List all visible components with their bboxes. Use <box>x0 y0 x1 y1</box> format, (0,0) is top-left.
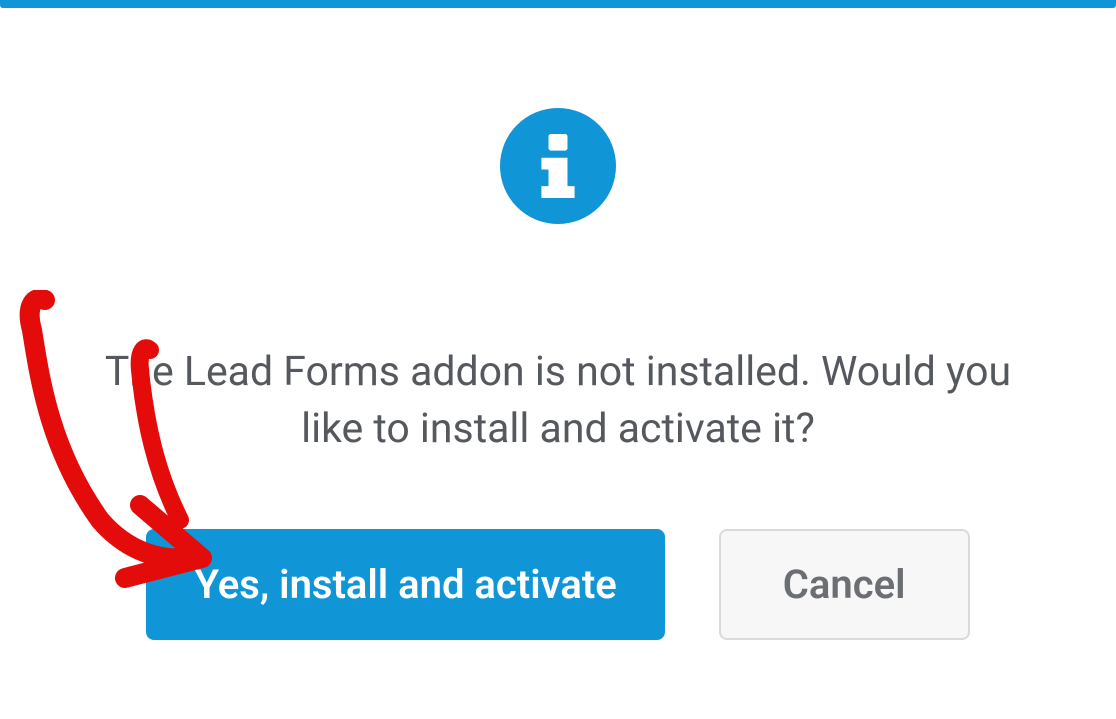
modal-content: The Lead Forms addon is not installed. W… <box>0 8 1116 640</box>
button-row: Yes, install and activate Cancel <box>146 529 969 640</box>
cancel-button[interactable]: Cancel <box>719 529 970 640</box>
info-icon <box>500 108 616 224</box>
confirm-button[interactable]: Yes, install and activate <box>146 529 664 640</box>
info-icon-glyph <box>534 134 582 198</box>
modal-message: The Lead Forms addon is not installed. W… <box>80 344 1036 459</box>
modal-accent-bar <box>0 0 1116 8</box>
